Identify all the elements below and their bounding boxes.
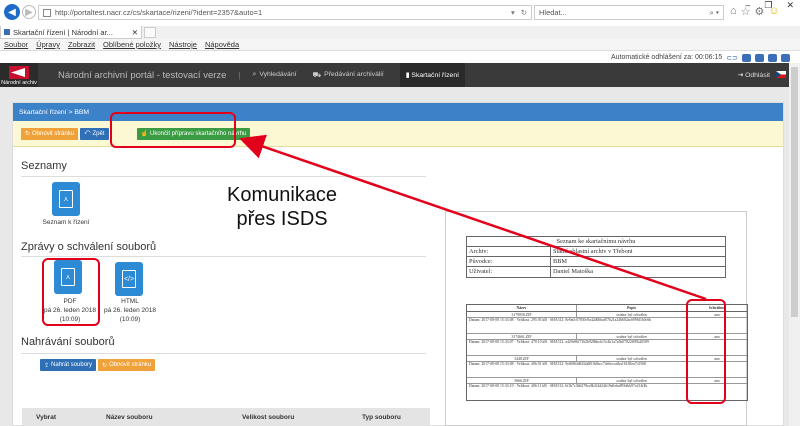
scrollbar-thumb[interactable] [791,67,798,317]
annotation-arrow [239,134,707,301]
page-scrollbar[interactable] [789,63,800,426]
